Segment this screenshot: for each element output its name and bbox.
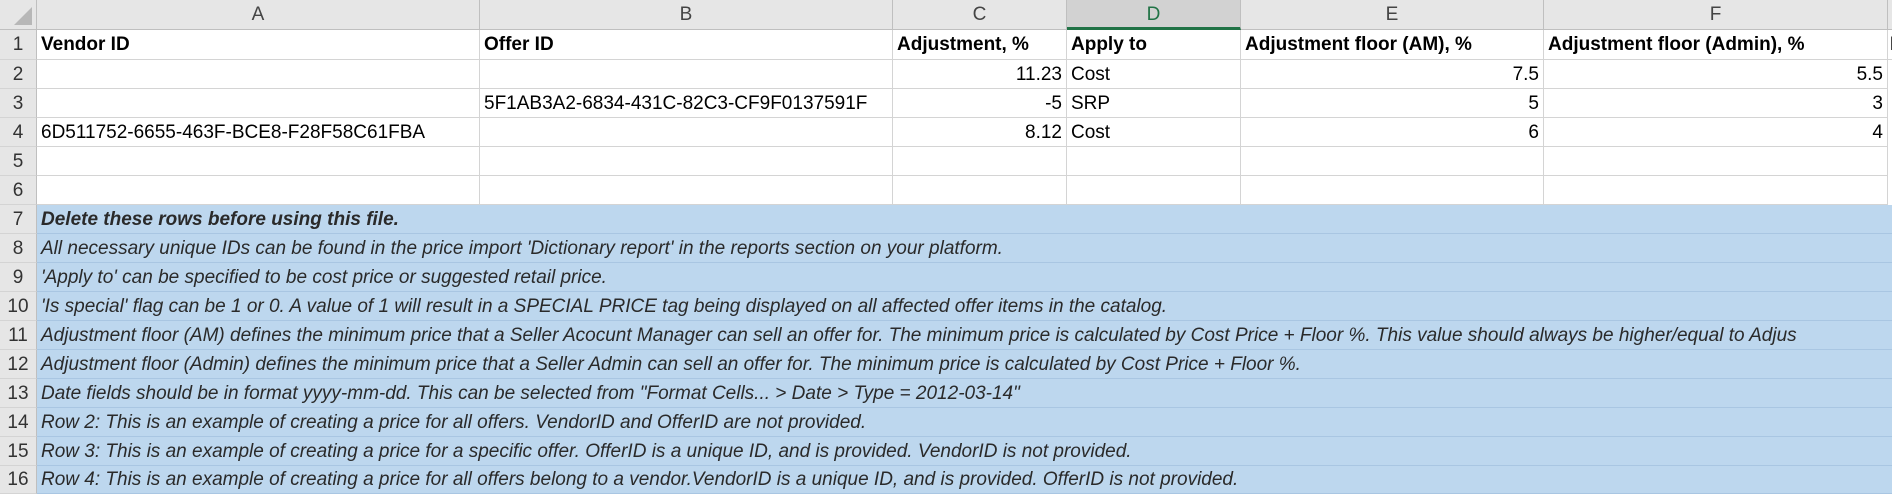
cell-f2[interactable]: 5.5 <box>1544 60 1888 89</box>
cell-d4[interactable]: Cost <box>1067 118 1241 147</box>
column-header-f[interactable]: F <box>1544 0 1888 30</box>
column-header-b[interactable]: B <box>480 0 893 30</box>
cell-f1[interactable]: Adjustment floor (Admin), % <box>1544 30 1888 60</box>
instruction-note[interactable]: 'Is special' flag can be 1 or 0. A value… <box>37 292 1892 321</box>
cell-e1[interactable]: Adjustment floor (AM), % <box>1241 30 1544 60</box>
select-all-corner[interactable] <box>0 0 37 30</box>
row-header[interactable]: 14 <box>0 408 37 437</box>
instruction-note[interactable]: Row 3: This is an example of creating a … <box>37 437 1892 466</box>
row-header[interactable]: 10 <box>0 292 37 321</box>
instruction-note[interactable]: All necessary unique IDs can be found in… <box>37 234 1892 263</box>
cell-d1[interactable]: Apply to <box>1067 30 1241 60</box>
cell-e3[interactable]: 5 <box>1241 89 1544 118</box>
column-header-c[interactable]: C <box>893 0 1067 30</box>
cell-c5[interactable] <box>893 147 1067 176</box>
cell-d2[interactable]: Cost <box>1067 60 1241 89</box>
cell-f4[interactable]: 4 <box>1544 118 1888 147</box>
row-header[interactable]: 3 <box>0 89 37 118</box>
cell-b4[interactable] <box>480 118 893 147</box>
cell-b1[interactable]: Offer ID <box>480 30 893 60</box>
cell-a6[interactable] <box>37 176 480 205</box>
instruction-note[interactable]: 'Apply to' can be specified to be cost p… <box>37 263 1892 292</box>
select-all-icon <box>14 7 32 25</box>
cell-a5[interactable] <box>37 147 480 176</box>
row-header[interactable]: 4 <box>0 118 37 147</box>
cell-b3[interactable]: 5F1AB3A2-6834-431C-82C3-CF9F0137591F <box>480 89 893 118</box>
cell-e4[interactable]: 6 <box>1241 118 1544 147</box>
cell-a2[interactable] <box>37 60 480 89</box>
cell-d6[interactable] <box>1067 176 1241 205</box>
row-header[interactable]: 13 <box>0 379 37 408</box>
cell-f5[interactable] <box>1544 147 1888 176</box>
cell-c4[interactable]: 8.12 <box>893 118 1067 147</box>
cell-c6[interactable] <box>893 176 1067 205</box>
row-header[interactable]: 16 <box>0 466 37 494</box>
cell-e5[interactable] <box>1241 147 1544 176</box>
cell-g1[interactable]: Fr <box>1888 30 1892 60</box>
spreadsheet: A B C D E F 1 2 3 4 5 6 7 8 9 10 11 12 1… <box>0 0 1892 494</box>
row-header[interactable]: 2 <box>0 60 37 89</box>
instruction-note[interactable]: Adjustment floor (Admin) defines the min… <box>37 350 1892 379</box>
cell-b5[interactable] <box>480 147 893 176</box>
row-header[interactable]: 5 <box>0 147 37 176</box>
row-header[interactable]: 8 <box>0 234 37 263</box>
cell-f6[interactable] <box>1544 176 1888 205</box>
row-header[interactable]: 6 <box>0 176 37 205</box>
instruction-note[interactable]: Adjustment floor (AM) defines the minimu… <box>37 321 1892 350</box>
row-header[interactable]: 1 <box>0 30 37 60</box>
row-header[interactable]: 9 <box>0 263 37 292</box>
cell-a4[interactable]: 6D511752-6655-463F-BCE8-F28F58C61FBA <box>37 118 480 147</box>
cell-e2[interactable]: 7.5 <box>1241 60 1544 89</box>
instruction-note[interactable]: Row 4: This is an example of creating a … <box>37 466 1892 494</box>
row-header[interactable]: 11 <box>0 321 37 350</box>
instruction-note[interactable]: Row 2: This is an example of creating a … <box>37 408 1892 437</box>
cell-a3[interactable] <box>37 89 480 118</box>
cell-d3[interactable]: SRP <box>1067 89 1241 118</box>
cell-b2[interactable] <box>480 60 893 89</box>
cell-c2[interactable]: 11.23 <box>893 60 1067 89</box>
column-header-e[interactable]: E <box>1241 0 1544 30</box>
cell-c3[interactable]: -5 <box>893 89 1067 118</box>
column-header-d[interactable]: D <box>1067 0 1241 30</box>
column-header-a[interactable]: A <box>37 0 480 30</box>
column-header-g[interactable] <box>1888 0 1892 30</box>
cell-b6[interactable] <box>480 176 893 205</box>
instruction-note[interactable]: Delete these rows before using this file… <box>37 205 1892 234</box>
cell-f3[interactable]: 3 <box>1544 89 1888 118</box>
row-header[interactable]: 7 <box>0 205 37 234</box>
instruction-note[interactable]: Date fields should be in format yyyy-mm-… <box>37 379 1892 408</box>
cell-e6[interactable] <box>1241 176 1544 205</box>
row-header[interactable]: 12 <box>0 350 37 379</box>
cell-d5[interactable] <box>1067 147 1241 176</box>
cell-a1[interactable]: Vendor ID <box>37 30 480 60</box>
row-header[interactable]: 15 <box>0 437 37 466</box>
cell-c1[interactable]: Adjustment, % <box>893 30 1067 60</box>
